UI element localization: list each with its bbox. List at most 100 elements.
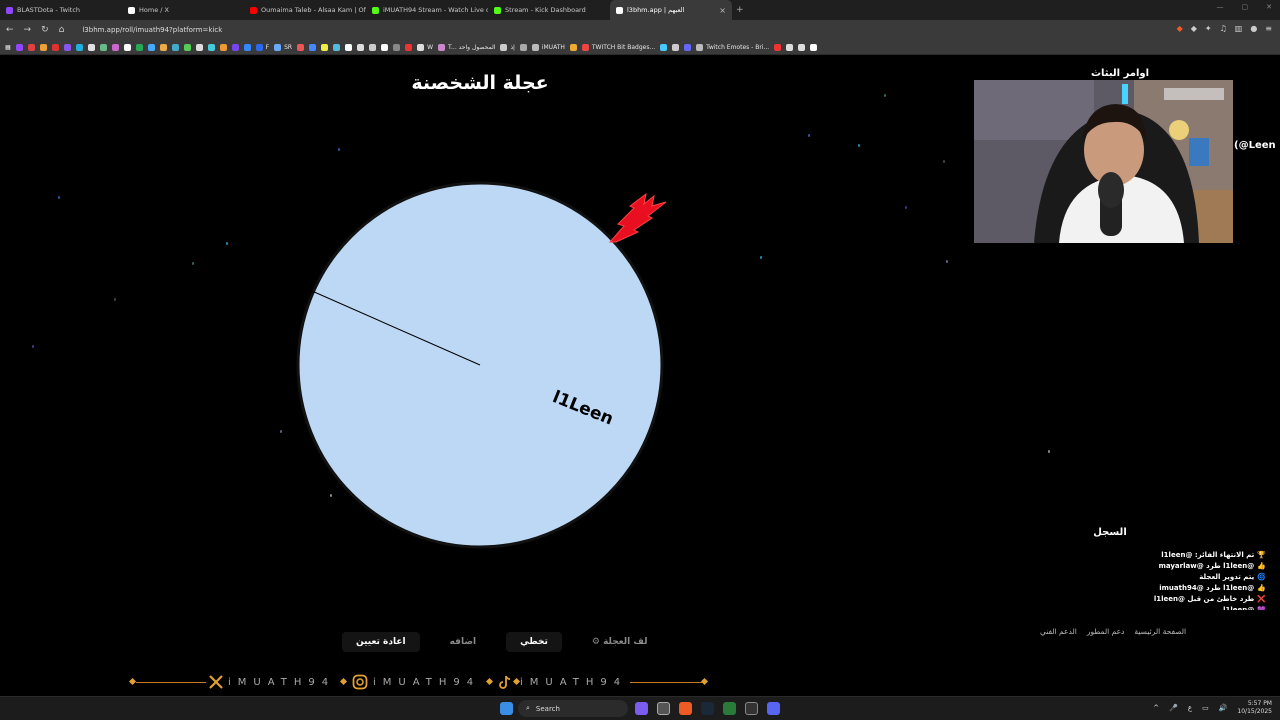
- bookmark-item[interactable]: [63, 43, 71, 51]
- footer-link-support-dev[interactable]: دعم المطور: [1087, 627, 1125, 636]
- bookmark-item[interactable]: [195, 43, 203, 51]
- reload-icon[interactable]: ↻: [41, 25, 49, 35]
- close-window-icon[interactable]: ✕: [1266, 3, 1272, 11]
- maximize-icon[interactable]: ▢: [1242, 3, 1249, 11]
- music-icon[interactable]: ♫: [1220, 24, 1227, 33]
- bookmark-item[interactable]: [774, 43, 782, 51]
- taskbar-search[interactable]: ⌕ Search: [518, 700, 628, 717]
- bookmark-item[interactable]: [333, 43, 341, 51]
- clock[interactable]: 5:57 PM 10/15/2025: [1237, 700, 1272, 716]
- home-icon[interactable]: ⌂: [59, 25, 65, 35]
- forward-icon[interactable]: →: [24, 25, 32, 35]
- bookmark-item[interactable]: [798, 43, 806, 51]
- bookmark-item[interactable]: إذ: [500, 43, 515, 51]
- bookmark-item[interactable]: [321, 43, 329, 51]
- puzzle-icon[interactable]: ✦: [1205, 24, 1212, 33]
- volume-icon[interactable]: 🔊: [1219, 704, 1228, 712]
- stream-commands-title: اوامر البثاث: [1090, 68, 1150, 79]
- sidebar-icon[interactable]: ▥: [1235, 24, 1243, 33]
- discord-icon[interactable]: [767, 702, 780, 715]
- bookmark-item[interactable]: [183, 43, 191, 51]
- tab-label: Home / X: [139, 6, 169, 14]
- browser-tab[interactable]: Stream - Kick Dashboard: [488, 0, 610, 20]
- extension-icon[interactable]: ◆: [1191, 24, 1197, 33]
- tab-close-icon[interactable]: ×: [719, 6, 726, 15]
- bookmark-item[interactable]: Twitch Emotes - Bri...: [696, 43, 770, 51]
- bookmark-item[interactable]: F: [255, 43, 269, 51]
- bookmark-item[interactable]: [357, 43, 365, 51]
- bookmark-item[interactable]: TWITCH Bit Badges...: [581, 43, 655, 51]
- bookmark-item[interactable]: T... المحصول واحد: [438, 43, 495, 51]
- bookmark-item[interactable]: [207, 43, 215, 51]
- bookmark-item[interactable]: [135, 43, 143, 51]
- browser-tab[interactable]: Home / X: [122, 0, 244, 20]
- new-tab-button[interactable]: +: [736, 5, 744, 15]
- bookmark-item[interactable]: [39, 43, 47, 51]
- bookmark-item[interactable]: [786, 43, 794, 51]
- bookmark-item[interactable]: [219, 43, 227, 51]
- brave-shield-icon[interactable]: ◆: [1177, 24, 1183, 33]
- minimize-icon[interactable]: —: [1217, 3, 1224, 11]
- skip-button[interactable]: تخطي: [506, 632, 562, 652]
- mic-icon[interactable]: 🎤: [1169, 704, 1178, 712]
- bookmark-item[interactable]: [810, 43, 818, 51]
- bookmark-item[interactable]: [660, 43, 668, 51]
- reset-button[interactable]: اعادة تعيين: [342, 632, 420, 652]
- browser-tab[interactable]: iMUATH94 Stream - Watch Live o: [366, 0, 488, 20]
- bookmark-item[interactable]: [684, 43, 692, 51]
- bookmark-item[interactable]: [171, 43, 179, 51]
- bookmark-favicon-icon: [274, 43, 282, 51]
- brave-icon[interactable]: [679, 702, 692, 715]
- bookmark-item[interactable]: [99, 43, 107, 51]
- bookmark-item[interactable]: [381, 43, 389, 51]
- bookmark-item[interactable]: [519, 43, 527, 51]
- bookmark-item[interactable]: [27, 43, 35, 51]
- bookmark-item[interactable]: [672, 43, 680, 51]
- profile-icon[interactable]: ●: [1250, 24, 1257, 33]
- bookmark-item[interactable]: [393, 43, 401, 51]
- add-button[interactable]: اضافه: [436, 632, 491, 652]
- bookmark-item[interactable]: [87, 43, 95, 51]
- bookmark-item[interactable]: [123, 43, 131, 51]
- bookmark-item[interactable]: SR: [274, 43, 292, 51]
- star-particle: [808, 134, 810, 137]
- language-indicator[interactable]: ع: [1188, 704, 1192, 712]
- url-field[interactable]: l3bhm.app/roll/imuath94?platform=kick: [82, 26, 222, 34]
- chevron-up-icon[interactable]: ^: [1153, 704, 1159, 712]
- browser-tab[interactable]: l3bhm.app | العبهم ×: [610, 0, 732, 20]
- bookmark-item[interactable]: [75, 43, 83, 51]
- bookmark-favicon-icon: [183, 43, 191, 51]
- bookmark-item[interactable]: [345, 43, 353, 51]
- bookmark-item[interactable]: [569, 43, 577, 51]
- spin-button[interactable]: ⚙ لف العجلة: [578, 632, 662, 652]
- footer-link-home[interactable]: الصفحة الرئيسية: [1134, 627, 1186, 636]
- bookmark-item[interactable]: iMUATH: [531, 43, 565, 51]
- obs-icon[interactable]: [745, 702, 758, 715]
- apps-icon[interactable]: ▦: [5, 44, 11, 51]
- network-icon[interactable]: ▭: [1202, 704, 1209, 712]
- taskbar-app-icon[interactable]: [657, 702, 670, 715]
- taskbar-app-icon[interactable]: [723, 702, 736, 715]
- browser-tab[interactable]: BLASTDota - Twitch: [0, 0, 122, 20]
- browser-tab[interactable]: Oumaima Taleb - Alsaa Kam | Of: [244, 0, 366, 20]
- bookmark-item[interactable]: W: [417, 43, 433, 51]
- bookmark-item[interactable]: [405, 43, 413, 51]
- bookmark-label: Twitch Emotes - Bri...: [706, 43, 770, 51]
- menu-icon[interactable]: ≡: [1265, 24, 1272, 33]
- bookmark-favicon-icon: [27, 43, 35, 51]
- bookmark-item[interactable]: [231, 43, 239, 51]
- bookmark-item[interactable]: [369, 43, 377, 51]
- bookmark-item[interactable]: [243, 43, 251, 51]
- bookmark-item[interactable]: [147, 43, 155, 51]
- bookmark-item[interactable]: [51, 43, 59, 51]
- bookmark-item[interactable]: [159, 43, 167, 51]
- bookmark-item[interactable]: [15, 43, 23, 51]
- bookmark-item[interactable]: [111, 43, 119, 51]
- steam-icon[interactable]: [701, 702, 714, 715]
- back-icon[interactable]: ←: [6, 25, 14, 35]
- footer-link-tech-support[interactable]: الدعم الفني: [1040, 627, 1077, 636]
- bookmark-item[interactable]: [309, 43, 317, 51]
- taskbar-app-icon[interactable]: [635, 702, 648, 715]
- start-icon[interactable]: [500, 702, 513, 715]
- bookmark-item[interactable]: [297, 43, 305, 51]
